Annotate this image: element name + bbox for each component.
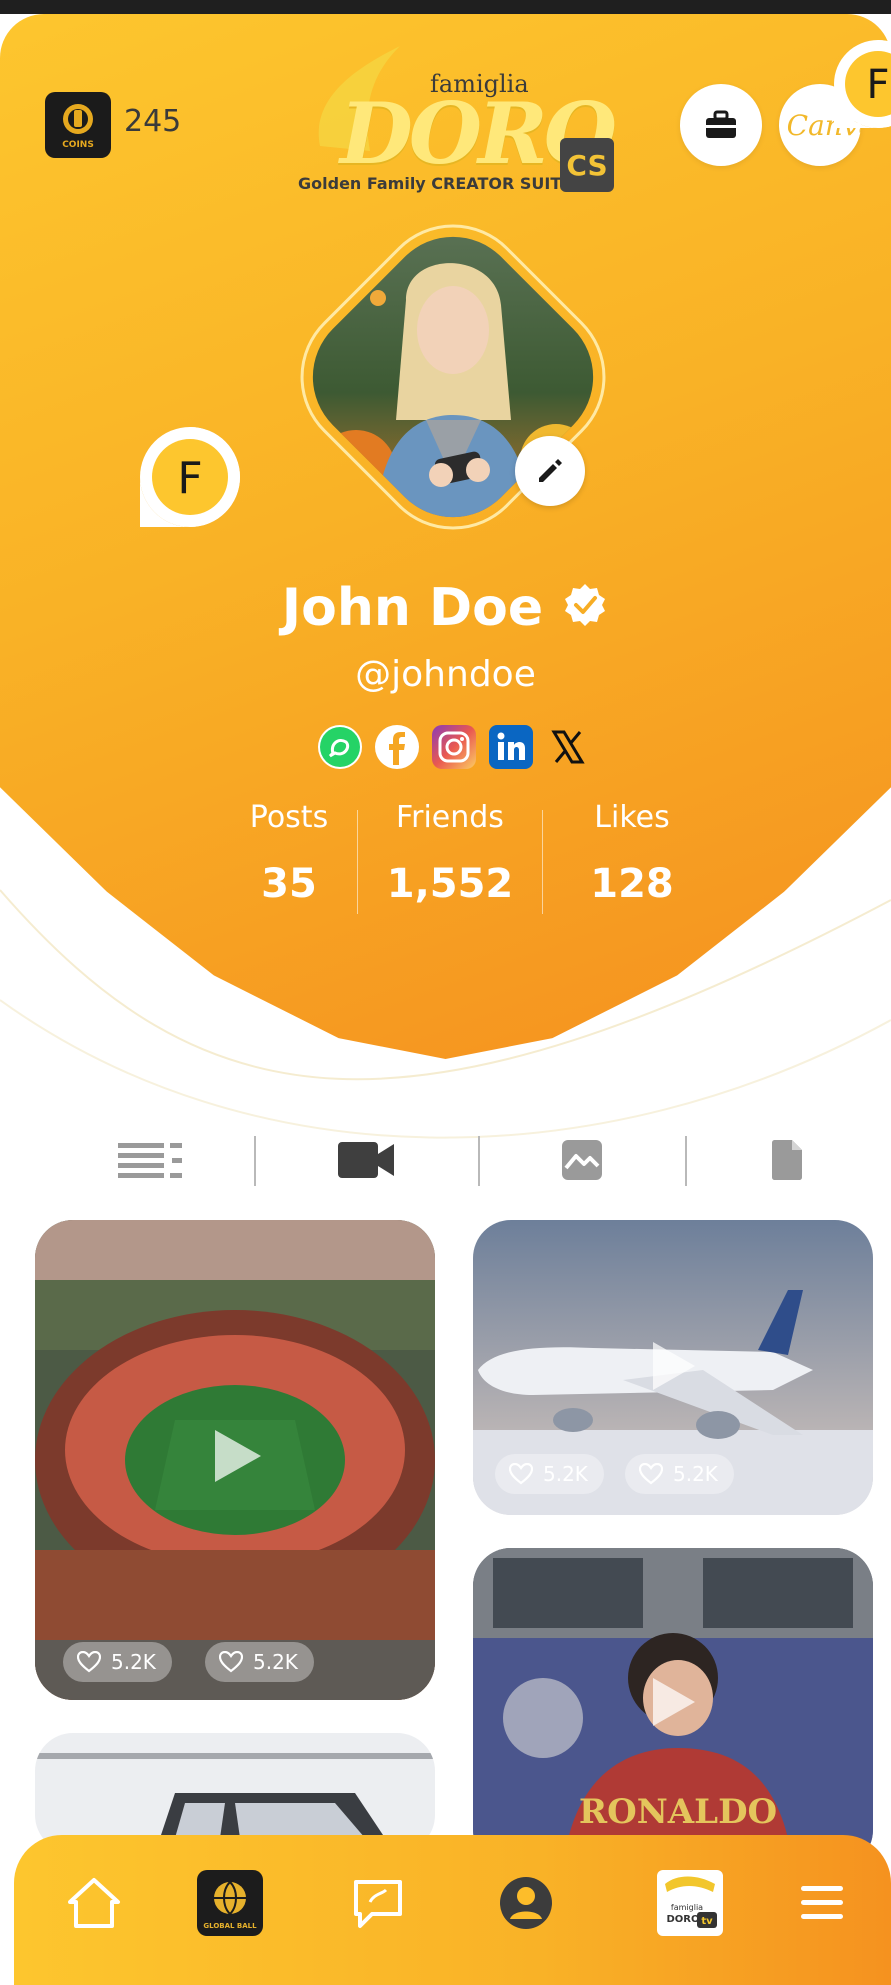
logo-cs-badge: CS: [560, 138, 614, 192]
doro-tv-icon: famiglia DORO tv: [657, 1870, 723, 1936]
status-bar: [0, 0, 891, 14]
heart-icon: [509, 1463, 533, 1485]
tab-divider: [254, 1136, 256, 1186]
like-pill[interactable]: 5.2K: [63, 1642, 172, 1682]
like-count: 5.2K: [673, 1462, 718, 1486]
like-pill[interactable]: 5.2K: [205, 1642, 314, 1682]
nav-menu[interactable]: [772, 1835, 872, 1971]
profile-name-text: John Doe: [281, 578, 544, 638]
heart-icon: [639, 1463, 663, 1485]
stat-friends-value: 1,552: [386, 861, 514, 907]
nav-global-ball[interactable]: GLOBAL BALL: [180, 1835, 280, 1971]
play-icon: [653, 1678, 695, 1726]
svg-text:tv: tv: [701, 1916, 713, 1927]
stat-friends[interactable]: Friends 1,552: [375, 800, 525, 907]
edit-avatar-button[interactable]: [515, 436, 585, 506]
content-tabs: [60, 1130, 830, 1190]
nav-chat[interactable]: [328, 1835, 428, 1971]
play-icon: [653, 1342, 695, 1390]
stat-friends-label: Friends: [396, 800, 504, 835]
svg-text:famiglia: famiglia: [671, 1903, 703, 1912]
tab-list[interactable]: [90, 1130, 210, 1190]
heart-icon: [77, 1651, 101, 1673]
x-twitter-icon[interactable]: [546, 725, 590, 769]
facebook-icon[interactable]: [375, 725, 419, 769]
famiglia-doro-logo: famiglia DORO Golden Family CREATOR SUIT…: [290, 36, 630, 206]
svg-text:COINS: COINS: [62, 140, 94, 150]
list-icon: [118, 1143, 182, 1178]
play-icon: [215, 1430, 261, 1482]
post-card-airplane[interactable]: 5.2K 5.2K: [473, 1220, 873, 1515]
stat-posts[interactable]: Posts 35: [214, 800, 364, 907]
tab-divider: [685, 1136, 687, 1186]
nav-home[interactable]: [44, 1835, 144, 1971]
heart-icon: [219, 1651, 243, 1673]
whatsapp-icon[interactable]: [318, 725, 362, 769]
nav-profile[interactable]: [476, 1835, 576, 1971]
post-card-ronaldo[interactable]: RONALDO: [473, 1548, 873, 1868]
post-card-stadium[interactable]: 5.2K 5.2K: [35, 1220, 435, 1700]
stat-posts-label: Posts: [249, 800, 329, 835]
nav-doro-tv[interactable]: famiglia DORO tv: [640, 1835, 740, 1971]
tab-documents[interactable]: [727, 1130, 847, 1190]
video-icon: [338, 1142, 394, 1178]
coins-count: 245: [124, 104, 182, 139]
coins-icon: COINS: [62, 104, 94, 150]
verified-badge-icon: [565, 584, 606, 626]
menu-icon: [801, 1886, 843, 1919]
social-links: [318, 725, 590, 769]
profile-stats: Posts 35 Friends 1,552 Likes 128: [210, 800, 690, 930]
f-chip-corner[interactable]: F: [830, 36, 891, 132]
profile-icon: [500, 1877, 552, 1929]
profile-handle: @johndoe: [355, 654, 536, 695]
svg-text:RONALDO: RONALDO: [579, 1792, 777, 1832]
svg-text:F: F: [866, 62, 889, 108]
linkedin-icon[interactable]: [489, 725, 533, 769]
pencil-icon: [539, 459, 562, 482]
like-count: 5.2K: [111, 1650, 156, 1674]
document-icon: [772, 1140, 802, 1180]
chat-icon: [354, 1880, 402, 1928]
like-count: 5.2K: [543, 1462, 588, 1486]
stat-divider: [357, 810, 358, 914]
stat-likes[interactable]: Likes 128: [557, 800, 707, 907]
like-pill[interactable]: 5.2K: [495, 1454, 604, 1494]
instagram-icon[interactable]: [432, 725, 476, 769]
tab-videos[interactable]: [306, 1130, 426, 1190]
svg-text:F: F: [177, 453, 202, 504]
tab-images[interactable]: [522, 1130, 642, 1190]
like-pill[interactable]: 5.2K: [625, 1454, 734, 1494]
global-ball-icon: GLOBAL BALL: [197, 1870, 263, 1936]
stat-divider: [542, 810, 543, 914]
coins-button[interactable]: COINS: [45, 92, 111, 158]
bottom-navigation: GLOBAL BALL famiglia DORO tv: [14, 1835, 891, 1985]
stat-likes-value: 128: [590, 861, 674, 907]
image-icon: [562, 1140, 602, 1180]
tab-divider: [478, 1136, 480, 1186]
profile-name: John Doe: [0, 578, 891, 638]
briefcase-button[interactable]: [680, 84, 762, 166]
stat-likes-label: Likes: [594, 800, 670, 835]
home-icon: [68, 1878, 120, 1928]
stat-posts-value: 35: [261, 861, 317, 907]
svg-text:DORO: DORO: [666, 1914, 699, 1925]
briefcase-icon: [706, 110, 736, 138]
like-count: 5.2K: [253, 1650, 298, 1674]
svg-text:GLOBAL BALL: GLOBAL BALL: [203, 1922, 257, 1930]
f-chip[interactable]: F: [138, 425, 242, 529]
logo-tagline: Golden Family CREATOR SUITE: [298, 174, 573, 193]
